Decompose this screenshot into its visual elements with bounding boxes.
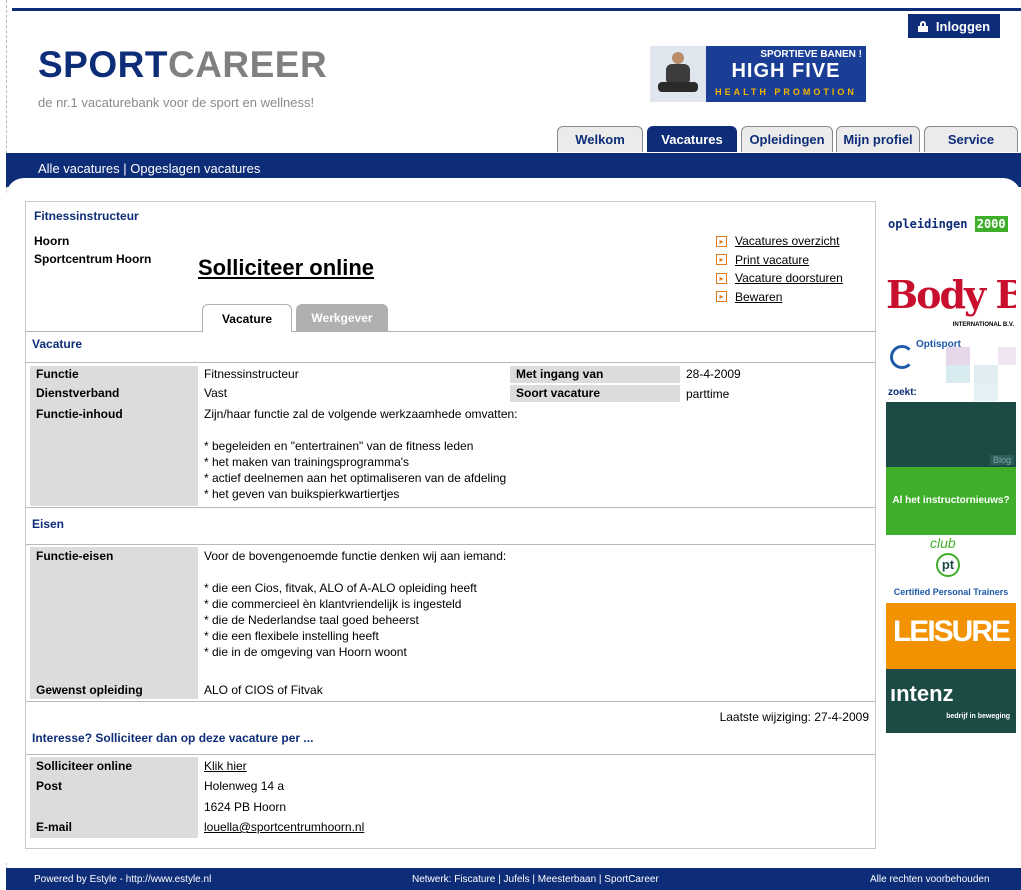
athlete-image — [650, 46, 706, 102]
banner-top-text: SPORTIEVE BANEN ! — [760, 49, 862, 60]
label-dienstverband: Dienstverband — [36, 386, 120, 400]
ad-blog-text: Blog — [989, 455, 1014, 465]
link-bewaren[interactable]: Bewaren — [735, 290, 782, 304]
value-gewenst-opleiding: ALO of CIOS of Fitvak — [204, 683, 323, 697]
ad-bodybiz-sub: INTERNATIONAL B.V. — [952, 322, 1014, 328]
job-title: Fitnessinstructeur — [34, 209, 139, 223]
label-solliciteer-online: Solliciteer online — [36, 759, 133, 773]
login-label: Inloggen — [935, 18, 991, 34]
divider — [26, 701, 875, 702]
value-functie-inhoud: Zijn/haar functie zal de volgende werkza… — [204, 407, 518, 501]
ad-instructornieuws-text: Al het instructornieuws? — [892, 495, 1010, 506]
label-functie-inhoud: Functie-inhoud — [36, 407, 123, 421]
label-gewenst-opleiding: Gewenst opleiding — [36, 683, 143, 697]
site-tagline: de nr.1 vacaturebank voor de sport en we… — [38, 95, 315, 110]
section-interesse-title: Interesse? Solliciteer dan op deze vacat… — [32, 731, 314, 745]
site-logo[interactable]: SPORTCAREER — [38, 46, 327, 83]
highfive-banner[interactable]: SPORTIEVE BANEN ! HIGH FIVE HEALTH PROMO… — [650, 46, 866, 102]
label-ingang: Met ingang van — [510, 366, 680, 383]
job-actions: ▸ Vacatures overzicht ▸ Print vacature ▸ Va… — [716, 232, 843, 306]
ad-instructornieuws[interactable]: Al het instructornieuws? — [886, 467, 1016, 535]
label-post: Post — [36, 779, 63, 793]
apply-online-link[interactable]: Solliciteer online — [198, 255, 374, 281]
link-email[interactable]: louella@sportcentrumhoorn.nl — [204, 819, 364, 836]
tab-opleidingen[interactable]: Opleidingen — [741, 126, 833, 152]
link-opgeslagen-vacatures[interactable]: Opgeslagen vacatures — [130, 161, 260, 176]
last-modified: Laatste wijziging: 27-4-2009 — [719, 710, 869, 724]
ad-blog[interactable]: Blog — [886, 402, 1016, 467]
ad-cpt-text: Certified Personal Trainers — [893, 587, 1009, 597]
footer-rights: Alle rechten voorbehouden — [870, 874, 990, 885]
tab-service[interactable]: Service — [924, 126, 1018, 152]
ad-leisure-text: LEISURE — [892, 615, 1011, 648]
optisport-logo-icon — [890, 345, 914, 369]
tab-vacature[interactable]: Vacature — [202, 304, 292, 332]
ad-bodybiz-logo: Body Biz — [886, 272, 1016, 317]
ad-opleidingen-2000[interactable]: opleidingen 2000 — [886, 205, 1016, 267]
top-rule — [12, 8, 1021, 11]
logo-career: CAREER — [167, 44, 328, 85]
footer-powered[interactable]: Powered by Estyle - http://www.estyle.nl — [34, 874, 211, 885]
label-email: E-mail — [36, 820, 73, 834]
label-column — [30, 547, 198, 699]
ad-pt-logo: pt — [936, 553, 960, 577]
job-tabs: Vacature Werkgever — [26, 304, 875, 332]
banner-sub: HEALTH PROMOTION — [715, 87, 857, 97]
ad-leisure[interactable]: LEISURE — [886, 603, 1016, 669]
divider — [26, 754, 875, 755]
job-city: Hoorn — [34, 234, 70, 248]
login-button[interactable]: Inloggen — [908, 14, 1000, 38]
label-functie: Functie — [36, 367, 79, 381]
ad-optisport-text: Optisport — [916, 339, 961, 350]
tab-vacatures[interactable]: Vacatures — [647, 126, 737, 152]
ad-intenz[interactable]: ıntenz bedrijf in beweging — [886, 669, 1016, 733]
divider — [26, 544, 875, 545]
subnav-separator: | — [119, 161, 131, 176]
link-klik-hier[interactable]: Klik hier — [204, 758, 247, 775]
value-post-city: 1624 PB Hoorn — [204, 800, 287, 814]
value-soort-vacature: parttime — [686, 387, 730, 401]
value-functie: Fitnessinstructeur — [204, 367, 299, 381]
value-post-address: Holenweg 14 a — [204, 779, 285, 793]
ad-intenz-text: ıntenz — [890, 681, 954, 706]
footer-network[interactable]: Netwerk: Fiscature | Jufels | Meesterbaa… — [412, 874, 659, 885]
arrow-right-icon: ▸ — [716, 272, 727, 284]
divider — [26, 362, 875, 363]
job-detail-panel: Fitnessinstructeur Hoorn Sportcentrum Ho… — [25, 201, 876, 849]
tab-werkgever[interactable]: Werkgever — [296, 304, 388, 331]
arrow-right-icon: ▸ — [716, 291, 727, 303]
link-print-vacature[interactable]: Print vacature — [735, 253, 809, 267]
link-alle-vacatures[interactable]: Alle vacatures — [38, 161, 120, 176]
banner-brand: HIGH FIVE — [731, 60, 841, 82]
ad-optisport[interactable]: Optisport zoekt: — [886, 337, 1016, 402]
tab-mijn-profiel[interactable]: Mijn profiel — [836, 126, 920, 152]
section-vacature-title: Vacature — [32, 337, 83, 351]
ad-club-text: club — [930, 535, 956, 551]
logo-sport: SPORT — [38, 44, 168, 85]
ad-bodybiz[interactable]: Body Biz INTERNATIONAL B.V. — [886, 267, 1016, 337]
job-company: Sportcentrum Hoorn — [34, 252, 152, 266]
ad-opleidingen-text: opleidingen — [888, 217, 968, 231]
ad-club-pt[interactable]: club pt Certified Personal Trainers — [886, 535, 1016, 601]
lock-icon — [917, 20, 928, 32]
arrow-right-icon: ▸ — [716, 254, 727, 266]
value-dienstverband: Vast — [204, 386, 228, 400]
footer: Powered by Estyle - http://www.estyle.nl… — [6, 868, 1021, 890]
section-eisen-title: Eisen — [32, 517, 65, 531]
link-vacatures-overzicht[interactable]: Vacatures overzicht — [735, 234, 840, 248]
value-ingang: 28-4-2009 — [686, 367, 741, 381]
label-functie-eisen: Functie-eisen — [36, 549, 114, 563]
ad-intenz-sub: bedrijf in beweging — [946, 713, 1010, 720]
sub-navigation: Alle vacatures | Opgeslagen vacatures — [38, 161, 260, 176]
link-vacature-doorsturen[interactable]: Vacature doorsturen — [735, 271, 843, 285]
divider — [26, 507, 875, 508]
ad-zoekt-text: zoekt: — [888, 387, 917, 398]
label-soort-vacature: Soort vacature — [510, 385, 680, 402]
tab-welkom[interactable]: Welkom — [557, 126, 643, 152]
value-functie-eisen: Voor de bovengenoemde functie denken wij… — [204, 549, 507, 659]
arrow-right-icon: ▸ — [716, 235, 727, 247]
ad-2000-text: 2000 — [974, 216, 1008, 232]
